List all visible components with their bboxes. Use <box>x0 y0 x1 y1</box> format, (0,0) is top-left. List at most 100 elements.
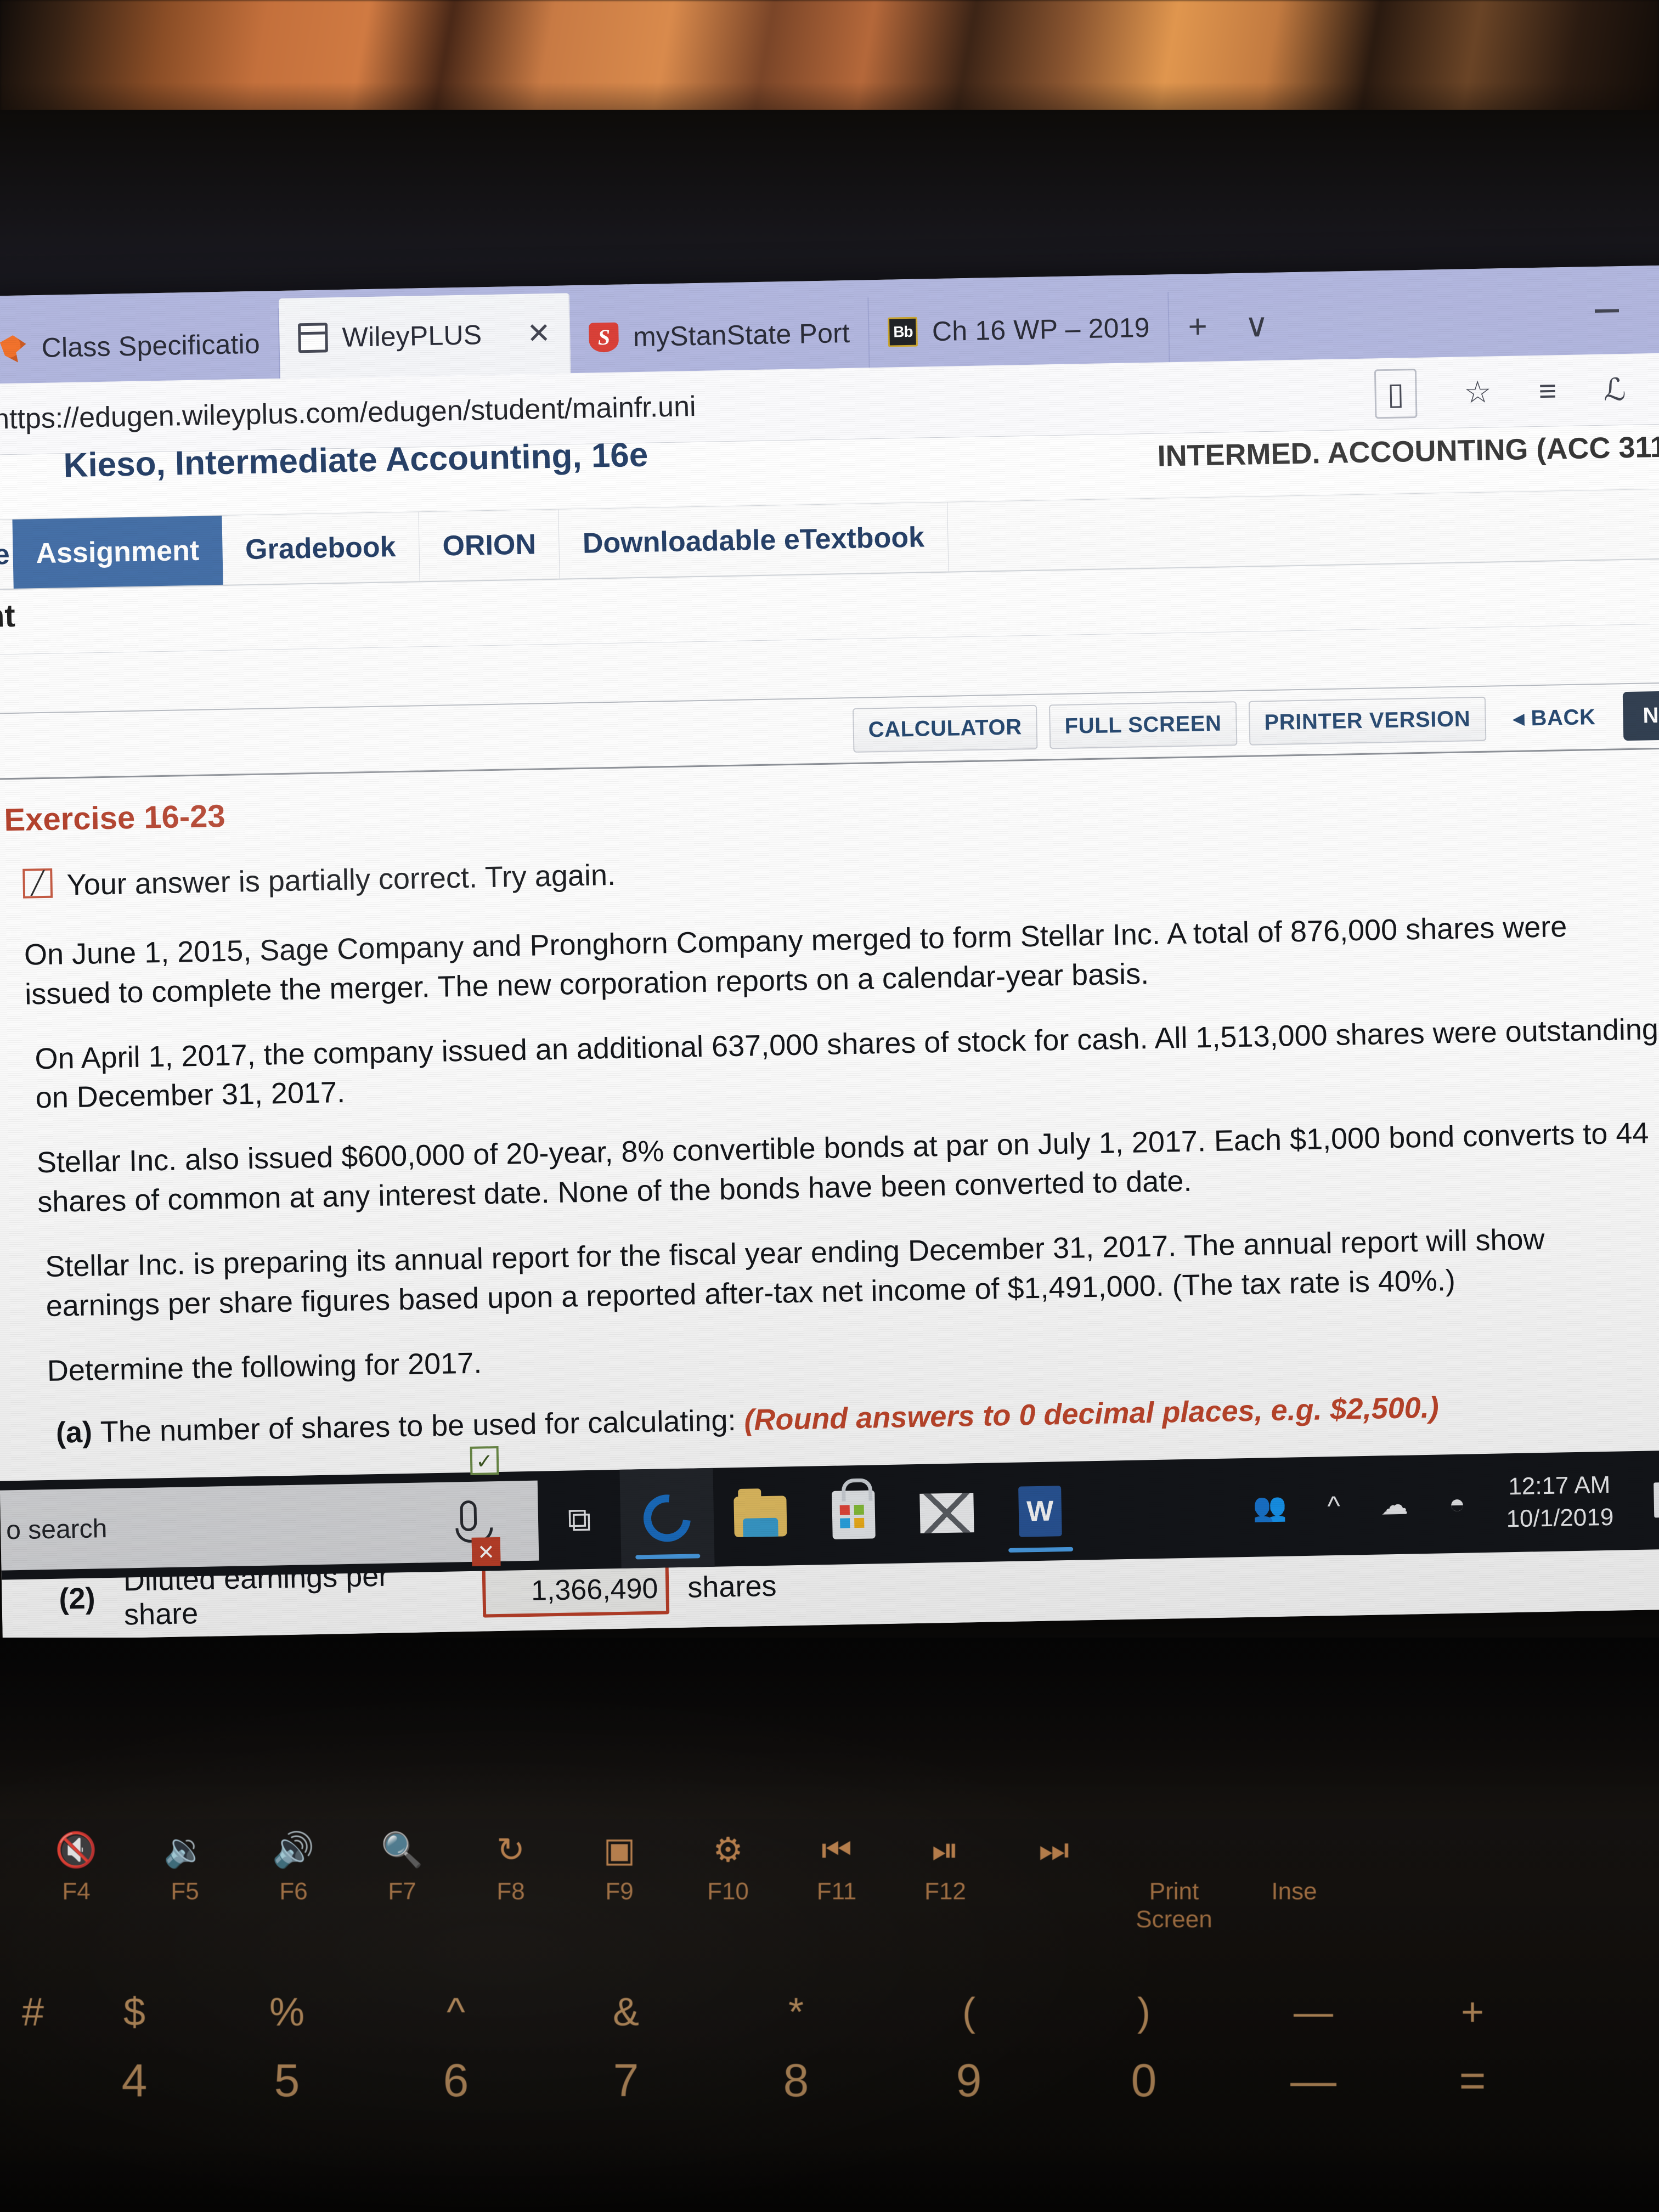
key-label: F7 <box>388 1878 416 1905</box>
key-f8[interactable]: ↻ F8 <box>456 1831 565 1905</box>
key-insert[interactable]: Inse <box>1240 1831 1348 1905</box>
store-tile-yellow <box>854 1517 865 1528</box>
key-label: F10 <box>707 1878 749 1905</box>
key-next-track[interactable]: ⏭ <box>1000 1831 1108 1878</box>
window-icon <box>298 323 329 353</box>
key-8[interactable]: * 8 <box>711 1989 881 2111</box>
nav-item-gradebook[interactable]: Gradebook <box>221 512 420 585</box>
function-key-row: 🔇 F4 🔉 F5 🔊 F6 🔍 F7 ↻ F8 ▣ F9 ⚙ F10 ⏮ F1… <box>0 1831 1659 1933</box>
key-digit: 4 <box>121 2055 148 2106</box>
browser-tab-wileyplus[interactable]: WileyPLUS ✕ <box>279 293 572 379</box>
question-a-prefix: (a) <box>55 1415 101 1450</box>
key-symbol: — <box>1294 1990 1333 2034</box>
palm-rest <box>0 2146 1659 2212</box>
question-a-text: The number of shares to be used for calc… <box>100 1404 744 1449</box>
web-notes-icon[interactable]: ℒ <box>1604 368 1627 412</box>
key-minus[interactable]: — — <box>1231 1989 1396 2111</box>
microsoft-store-icon <box>832 1490 876 1539</box>
taskbar-app-mail[interactable] <box>899 1463 994 1563</box>
exercise-paragraph-1: On June 1, 2015, Sage Company and Prongh… <box>24 910 1567 1011</box>
key-digit: — <box>1290 2055 1336 2106</box>
chevron-down-icon[interactable]: ∨ <box>1226 290 1288 361</box>
calculator-button[interactable]: CALCULATOR <box>852 704 1038 753</box>
exercise-title: Exercise 16-23 <box>3 798 226 838</box>
key-label: F11 <box>816 1878 857 1905</box>
key-print-screen[interactable]: Print Screen <box>1108 1831 1240 1933</box>
browser-tab-ch16wp[interactable]: Bb Ch 16 WP – 2019 <box>868 292 1170 368</box>
key-9[interactable]: ( 9 <box>881 1989 1057 2111</box>
shield-icon: S <box>589 322 619 353</box>
mute-icon: 🔇 <box>55 1831 98 1869</box>
action-center-icon[interactable]: 1 <box>1654 1482 1659 1518</box>
key-f4[interactable]: 🔇 F4 <box>22 1831 131 1905</box>
full-screen-button[interactable]: FULL SCREEN <box>1048 701 1238 749</box>
key-digit: 7 <box>613 2055 639 2106</box>
clock-date: 10/1/2019 <box>1506 1503 1614 1533</box>
taskbar-app-file-explorer[interactable] <box>713 1466 808 1567</box>
key-0[interactable]: ) 0 <box>1057 1989 1231 2111</box>
photo-scene: Class Specificatio WileyPLUS ✕ S myStanS… <box>0 0 1659 2212</box>
onedrive-cloud-icon[interactable]: ☁ <box>1380 1489 1408 1521</box>
previous-track-icon: ⏮ <box>821 1831 852 1869</box>
exercise-paragraph-2: On April 1, 2017, the company issued an … <box>34 1012 1659 1115</box>
key-5[interactable]: % 5 <box>203 1989 371 2111</box>
clock[interactable]: 12:17 AM 10/1/2019 <box>1505 1468 1614 1535</box>
search-input[interactable]: o search <box>0 1480 539 1571</box>
show-hidden-icons-chevron-icon[interactable]: ^ <box>1327 1490 1341 1522</box>
key-7[interactable]: & 7 <box>541 1989 711 2111</box>
edge-icon <box>634 1485 701 1551</box>
taskbar-app-microsoft-store[interactable] <box>806 1465 901 1565</box>
play-pause-icon: ⏯ <box>932 1831 959 1869</box>
back-button[interactable]: ◂ BACK <box>1497 694 1611 741</box>
printer-version-button[interactable]: PRINTER VERSION <box>1248 696 1486 746</box>
laptop-hinge <box>0 1638 1659 1819</box>
store-tile-red <box>839 1505 850 1515</box>
chrome-icon <box>0 333 27 363</box>
reading-list-icon[interactable]: ≡ <box>1538 369 1557 413</box>
key-3[interactable]: # <box>0 1989 66 2050</box>
minimize-button[interactable] <box>1594 309 1620 313</box>
key-f7[interactable]: 🔍 F7 <box>348 1831 456 1905</box>
browser-tab-mystanstate[interactable]: S myStanState Port <box>569 297 871 374</box>
key-f10[interactable]: ⚙ F10 <box>674 1831 782 1905</box>
key-f12[interactable]: ⏯ F12 <box>891 1831 1000 1905</box>
url-text[interactable]: https://edugen.wileyplus.com/edugen/stud… <box>0 390 696 436</box>
key-equals[interactable]: + = <box>1396 1989 1549 2111</box>
new-tab-button[interactable]: + <box>1169 291 1226 362</box>
task-view-icon[interactable]: ⧉ <box>538 1500 620 1540</box>
key-6[interactable]: ^ 6 <box>371 1989 541 2111</box>
nav-label: Gradebook <box>245 531 397 566</box>
nav-item-assignment[interactable]: Assignment <box>12 515 223 589</box>
key-f6[interactable]: 🔊 F6 <box>239 1831 348 1905</box>
browser-tab-class-specification[interactable]: Class Specificatio <box>0 308 281 384</box>
store-tile-blue <box>840 1518 850 1528</box>
next-track-icon: ⏭ <box>1039 1831 1069 1869</box>
feedback-text: Your answer is partially correct. Try ag… <box>66 858 616 902</box>
reading-view-icon[interactable]: ▯ <box>1374 368 1418 419</box>
nav-item-downloadable-etextbook[interactable]: Downloadable eTextbook <box>558 502 949 579</box>
nav-item-orion[interactable]: ORION <box>419 509 561 582</box>
people-icon[interactable]: 👥 <box>1252 1491 1287 1523</box>
favorite-star-icon[interactable]: ☆ <box>1464 370 1492 414</box>
taskbar-app-word[interactable]: W <box>992 1461 1087 1561</box>
taskbar-app-edge[interactable] <box>619 1468 715 1568</box>
key-f11[interactable]: ⏮ F11 <box>782 1831 891 1905</box>
volume-down-icon: 🔉 <box>163 1831 206 1869</box>
settings-gear-icon: ⚙ <box>713 1831 743 1869</box>
close-icon[interactable]: ✕ <box>527 317 551 351</box>
key-digit: = <box>1459 2055 1486 2106</box>
answer-unit: shares <box>687 1570 777 1605</box>
nav-label: ORION <box>442 528 537 562</box>
next-button[interactable]: NEX <box>1622 690 1659 741</box>
key-symbol: ( <box>962 1990 975 2034</box>
key-f9[interactable]: ▣ F9 <box>565 1831 674 1905</box>
wifi-icon[interactable]: ◓ <box>1448 1488 1465 1520</box>
active-indicator <box>1008 1547 1074 1553</box>
search-icon: 🔍 <box>381 1831 424 1869</box>
key-f5[interactable]: 🔉 F5 <box>131 1831 239 1905</box>
key-label: F12 <box>924 1878 966 1905</box>
key-symbol: $ <box>123 1990 146 2034</box>
key-4[interactable]: $ 4 <box>66 1989 203 2111</box>
microphone-icon[interactable] <box>460 1500 477 1532</box>
nav-label: Downloadable eTextbook <box>582 521 925 560</box>
